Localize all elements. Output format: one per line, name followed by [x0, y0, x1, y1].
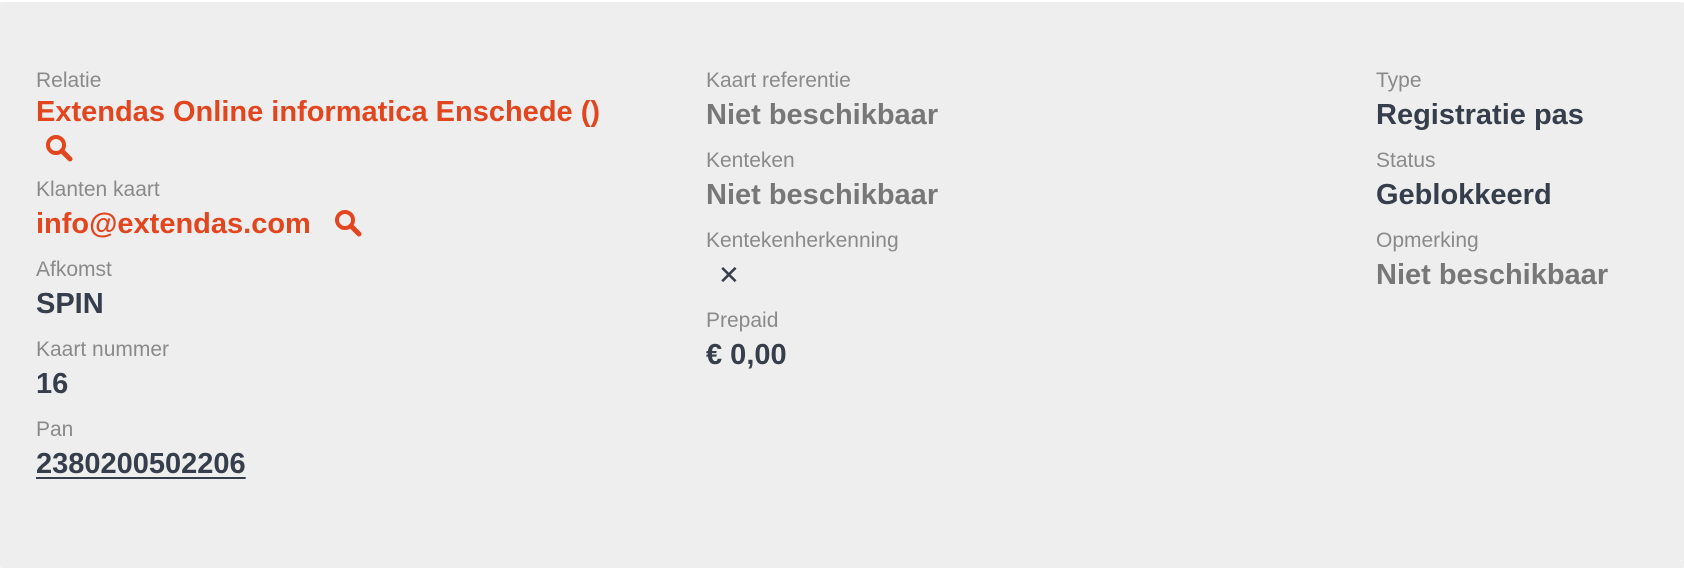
opmerking-label: Opmerking [1376, 229, 1479, 252]
page: Relatie Extendas Online informatica Ensc… [0, 0, 1684, 570]
relatie-value: Extendas Online informatica Enschede () [36, 96, 656, 163]
kentekenherkenning-label: Kentekenherkenning [706, 229, 899, 252]
card-details-panel: Relatie Extendas Online informatica Ensc… [0, 2, 1684, 568]
field-type: Type Registratie pas [1376, 68, 1676, 134]
field-afkomst: Afkomst SPIN [36, 257, 656, 323]
field-status: Status Geblokkeerd [1376, 148, 1676, 214]
field-pan: Pan 2380200502206 [36, 417, 656, 483]
field-prepaid: Prepaid € 0,00 [706, 308, 1326, 374]
kaart-nummer-value: 16 [36, 368, 69, 401]
kentekenherkenning-value: ✕ [706, 256, 1326, 294]
relatie-label: Relatie [36, 69, 102, 92]
kaart-referentie-value: Niet beschikbaar [706, 99, 939, 131]
kenteken-value: Niet beschikbaar [706, 179, 939, 211]
field-kaart-referentie: Kaart referentie Niet beschikbaar [706, 68, 1326, 134]
type-value: Registratie pas [1376, 99, 1584, 131]
klanten-kaart-link[interactable]: info@extendas.com [36, 208, 311, 240]
field-kentekenherkenning: Kentekenherkenning ✕ [706, 228, 1326, 294]
status-label: Status [1376, 149, 1436, 172]
relatie-search-icon[interactable] [44, 133, 74, 163]
field-relatie: Relatie Extendas Online informatica Ensc… [36, 68, 656, 163]
pan-link[interactable]: 2380200502206 [36, 445, 656, 483]
relatie-link[interactable]: Extendas Online informatica Enschede () [36, 96, 600, 128]
details-column-right: Type Registratie pas Status Geblokkeerd … [1376, 68, 1676, 308]
prepaid-value: € 0,00 [706, 339, 787, 371]
details-column-middle: Kaart referentie Niet beschikbaar Kentek… [706, 68, 1326, 388]
afkomst-value: SPIN [36, 288, 104, 321]
klanten-kaart-value: info@extendas.com [36, 205, 656, 243]
status-value: Geblokkeerd [1376, 179, 1552, 211]
afkomst-label: Afkomst [36, 258, 112, 282]
kaart-nummer-label: Kaart nummer [36, 338, 170, 362]
prepaid-label: Prepaid [706, 309, 779, 332]
field-kenteken: Kenteken Niet beschikbaar [706, 148, 1326, 214]
field-opmerking: Opmerking Niet beschikbaar [1376, 228, 1676, 294]
details-column-left: Relatie Extendas Online informatica Ensc… [36, 68, 656, 497]
klanten-kaart-label: Klanten kaart [36, 178, 160, 202]
cross-icon: ✕ [718, 260, 740, 290]
field-klanten-kaart: Klanten kaart info@extendas.com [36, 177, 656, 243]
klanten-kaart-search-icon[interactable] [333, 208, 363, 238]
kenteken-label: Kenteken [706, 149, 795, 172]
opmerking-value: Niet beschikbaar [1376, 259, 1609, 291]
pan-label: Pan [36, 418, 74, 442]
type-label: Type [1376, 69, 1422, 92]
field-kaart-nummer: Kaart nummer 16 [36, 337, 656, 403]
kaart-referentie-label: Kaart referentie [706, 69, 851, 92]
